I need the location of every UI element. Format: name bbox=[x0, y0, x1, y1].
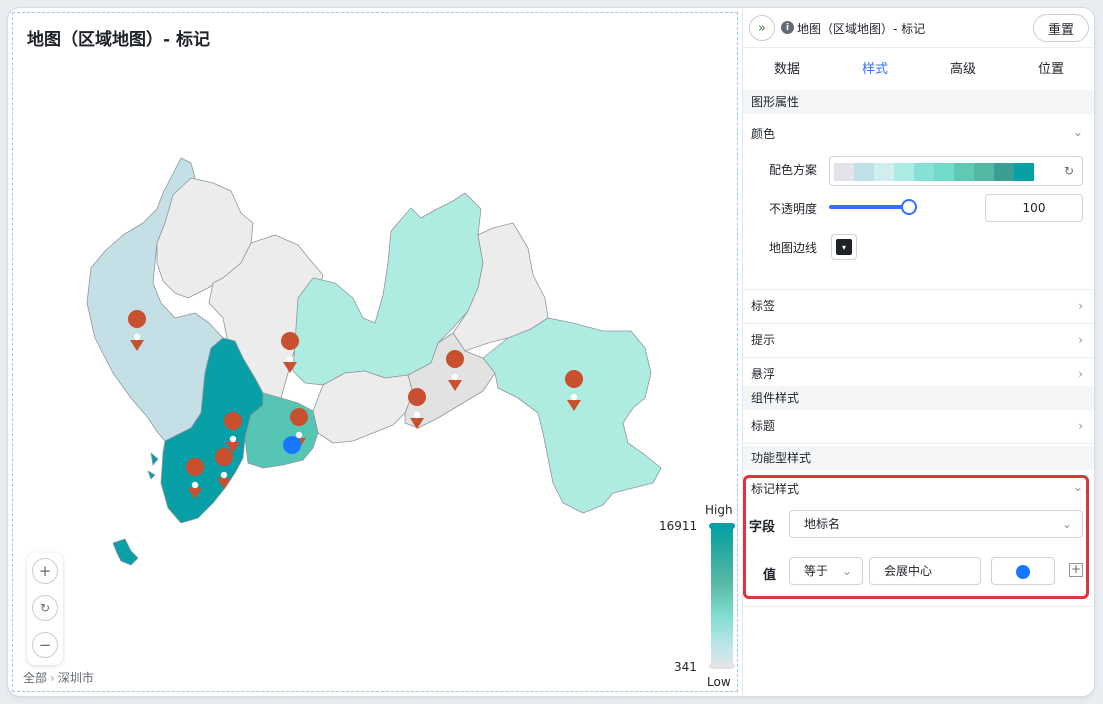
chevron-down-icon[interactable]: ⌄ bbox=[1073, 125, 1083, 139]
legend-top-handle[interactable] bbox=[709, 523, 735, 529]
map-border-label: 地图边线 bbox=[769, 241, 818, 255]
opacity-slider-track[interactable] bbox=[829, 205, 909, 209]
scheme-swatch bbox=[974, 163, 994, 181]
opacity-label: 不透明度 bbox=[769, 202, 818, 216]
zoom-out-button[interactable]: − bbox=[32, 632, 58, 658]
chevron-down-icon: ▾ bbox=[836, 239, 852, 255]
chevron-right-icon: › bbox=[1078, 419, 1083, 433]
color-scheme-picker[interactable]: ↻ bbox=[829, 156, 1083, 186]
region-island-3 bbox=[147, 470, 156, 480]
breadcrumb-item-all[interactable]: 全部 bbox=[23, 669, 47, 686]
legend-high-label: High bbox=[705, 503, 733, 517]
chevron-right-icon: › bbox=[1078, 299, 1083, 313]
tab-style[interactable]: 样式 bbox=[831, 48, 919, 96]
legend-low-label: Low bbox=[707, 675, 731, 689]
info-icon: i bbox=[781, 21, 794, 34]
opacity-slider-handle[interactable] bbox=[901, 199, 917, 215]
section-component-style: 组件样式 bbox=[743, 386, 1094, 410]
opacity-input[interactable]: 100 bbox=[985, 194, 1083, 222]
legend-min-value: 341 bbox=[674, 660, 697, 674]
double-chevron-right-icon[interactable]: » bbox=[749, 15, 775, 41]
chevron-right-icon: › bbox=[1078, 333, 1083, 347]
scheme-swatch bbox=[994, 163, 1014, 181]
region-island-1 bbox=[112, 538, 139, 566]
region-dapeng bbox=[482, 317, 662, 514]
zoom-in-button[interactable]: + bbox=[32, 558, 58, 584]
color-scheme-label: 配色方案 bbox=[769, 163, 818, 177]
scheme-swatch bbox=[914, 163, 934, 181]
scheme-swatch bbox=[854, 163, 874, 181]
scheme-swatch bbox=[954, 163, 974, 181]
color-row-label[interactable]: 颜色 bbox=[751, 125, 775, 142]
tooltip-row[interactable]: 提示 › bbox=[743, 324, 1094, 358]
scheme-swatch bbox=[934, 163, 954, 181]
legend-bottom-handle[interactable] bbox=[709, 663, 735, 669]
tooltip-row-label: 提示 bbox=[751, 333, 776, 347]
highlight-marker bbox=[283, 436, 301, 454]
breadcrumb: 全部 › 深圳市 bbox=[23, 669, 94, 686]
legend-gradient-bar[interactable] bbox=[711, 525, 733, 669]
highlight-box bbox=[743, 475, 1089, 599]
chevron-right-icon: › bbox=[50, 670, 55, 685]
config-panel: » i 地图（区域地图）- 标记 重置 数据 样式 高级 位置 图形属性 颜色 … bbox=[742, 8, 1094, 696]
tab-data[interactable]: 数据 bbox=[743, 48, 831, 96]
refresh-icon[interactable]: ↻ bbox=[1064, 164, 1074, 178]
section-functional-style: 功能型样式 bbox=[743, 446, 1094, 470]
divider bbox=[743, 606, 1094, 607]
title-row[interactable]: 标题 › bbox=[743, 410, 1094, 444]
scheme-swatch bbox=[1014, 163, 1034, 181]
panel-title: 地图（区域地图）- 标记 bbox=[797, 22, 926, 36]
label-row-label: 标签 bbox=[751, 299, 776, 313]
map-canvas: 地图（区域地图）- 标记 + ↻ − 全部 › 深圳市 High 16911 3… bbox=[12, 12, 738, 692]
breadcrumb-item-city[interactable]: 深圳市 bbox=[58, 669, 94, 686]
zoom-control: + ↻ − bbox=[27, 553, 63, 665]
label-row[interactable]: 标签 › bbox=[743, 290, 1094, 324]
region-map[interactable] bbox=[13, 13, 739, 693]
title-row-label: 标题 bbox=[751, 419, 776, 433]
section-graph-props: 图形属性 bbox=[743, 90, 1094, 114]
border-color-picker[interactable]: ▾ bbox=[831, 234, 857, 260]
scheme-swatch bbox=[894, 163, 914, 181]
scheme-swatch bbox=[834, 163, 854, 181]
legend-max-value: 16911 bbox=[659, 519, 698, 533]
reset-view-button[interactable]: ↻ bbox=[32, 595, 58, 621]
reset-button[interactable]: 重置 bbox=[1033, 14, 1089, 42]
region-island-2 bbox=[150, 452, 159, 466]
app-frame: 地图（区域地图）- 标记 + ↻ − 全部 › 深圳市 High 16911 3… bbox=[8, 8, 1094, 696]
tab-position[interactable]: 位置 bbox=[1007, 48, 1094, 96]
hover-row-label: 悬浮 bbox=[751, 367, 776, 381]
tab-advanced[interactable]: 高级 bbox=[919, 48, 1007, 96]
panel-header: » i 地图（区域地图）- 标记 重置 bbox=[743, 8, 1094, 48]
panel-tabs: 数据 样式 高级 位置 bbox=[743, 48, 1094, 96]
scheme-swatch bbox=[874, 163, 894, 181]
